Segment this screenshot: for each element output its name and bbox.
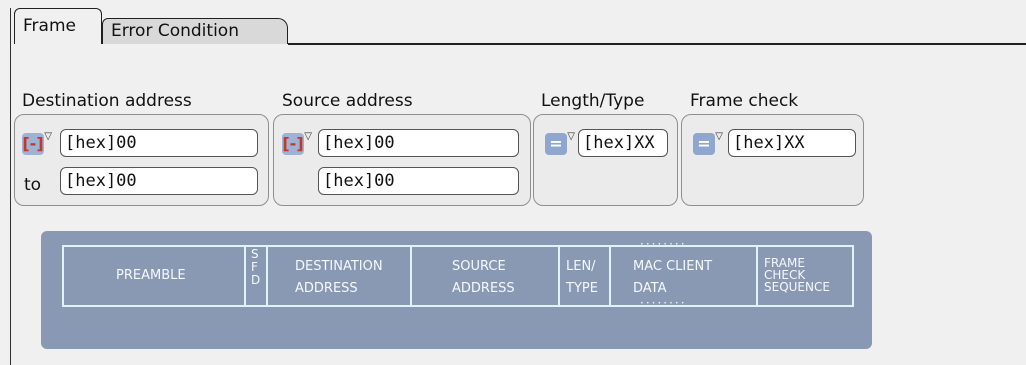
tab-bar: Frame Error Condition	[10, 8, 1026, 46]
equals-icon[interactable]: = ▽	[545, 131, 575, 155]
diagram-separator	[266, 245, 268, 307]
frame-check-group	[681, 114, 864, 206]
tab-frame[interactable]: Frame	[14, 8, 102, 44]
diagram-segment-mac-client-data: MAC CLIENT DATA	[633, 259, 713, 296]
diagram-segment-preamble: PREAMBLE	[116, 268, 186, 283]
dropdown-triangle-icon: ▽	[715, 131, 723, 142]
range-icon[interactable]: [-] ▽	[22, 131, 52, 155]
diagram-separator	[410, 245, 412, 307]
source-address-label: Source address	[282, 91, 413, 111]
dropdown-triangle-icon: ▽	[304, 131, 312, 142]
frame-check-input[interactable]: [hex]XX	[728, 129, 856, 157]
destination-to-input[interactable]: [hex]00	[60, 167, 258, 195]
frame-check-label: Frame check	[690, 91, 799, 111]
diagram-dots: ········	[640, 237, 687, 251]
diagram-separator	[609, 245, 611, 307]
diagram-separator	[756, 245, 758, 307]
diagram-separator	[244, 245, 246, 307]
length-type-input[interactable]: [hex]XX	[578, 129, 668, 157]
dropdown-triangle-icon: ▽	[567, 131, 575, 142]
diagram-separator	[558, 245, 560, 307]
source-to-input[interactable]: [hex]00	[318, 167, 519, 195]
diagram-segment-destination: DESTINATION ADDRESS	[295, 259, 383, 296]
diagram-segment-source: SOURCE ADDRESS	[452, 259, 515, 296]
diagram-segment-len-type: LEN/ TYPE	[566, 259, 598, 296]
diagram-segment-frame-check-sequence: FRAME CHECK SEQUENCE	[764, 256, 830, 294]
range-icon[interactable]: [-] ▽	[282, 131, 312, 155]
destination-from-input[interactable]: [hex]00	[60, 129, 258, 157]
length-type-label: Length/Type	[541, 91, 645, 111]
equals-icon[interactable]: = ▽	[693, 131, 723, 155]
tab-error-condition[interactable]: Error Condition	[102, 18, 288, 44]
dropdown-triangle-icon: ▽	[44, 131, 52, 142]
to-label: to	[24, 175, 42, 195]
source-from-input[interactable]: [hex]00	[318, 129, 519, 157]
length-type-group	[533, 114, 678, 206]
diagram-dots: ········	[640, 296, 687, 310]
diagram-segment-sfd: S F D	[251, 247, 261, 287]
destination-address-label: Destination address	[22, 91, 192, 111]
panel-left-border	[10, 8, 11, 365]
tab-underline	[288, 43, 1026, 45]
